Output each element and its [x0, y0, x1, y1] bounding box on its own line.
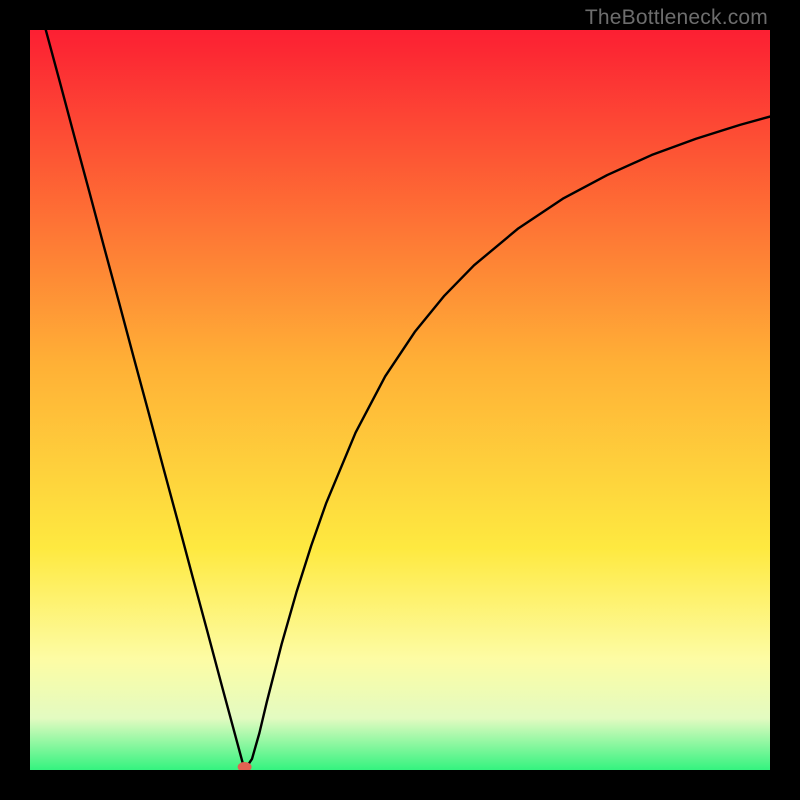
- chart-frame: [30, 30, 770, 770]
- gradient-background: [30, 30, 770, 770]
- plot-svg: [30, 30, 770, 770]
- watermark-text: TheBottleneck.com: [585, 6, 768, 30]
